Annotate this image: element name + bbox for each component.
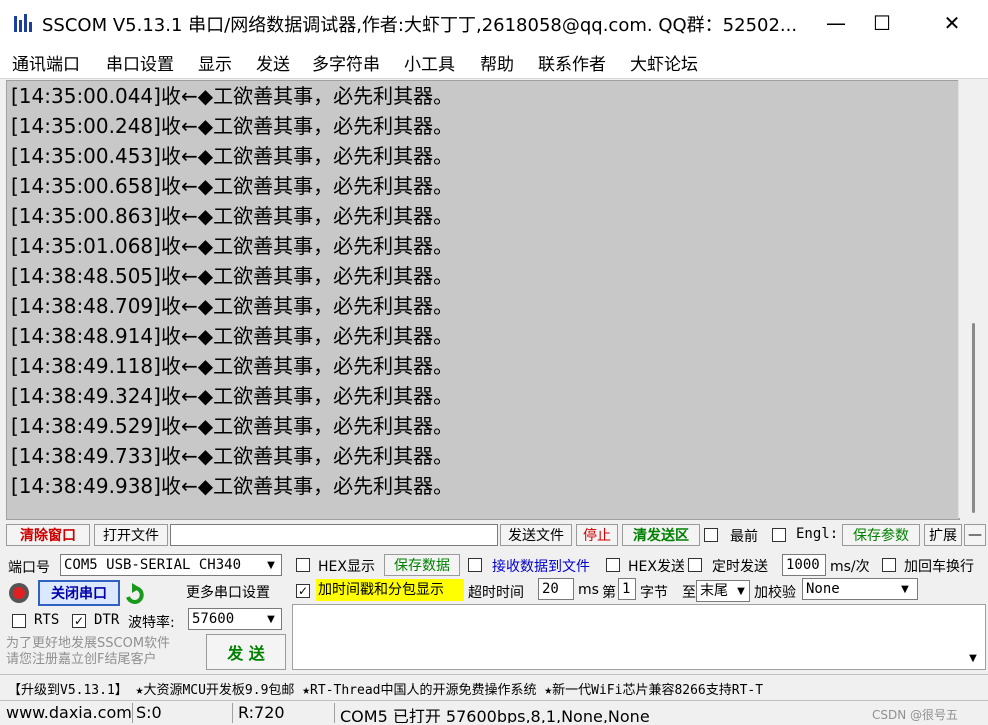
recv-to-file-checkbox[interactable] <box>468 558 482 572</box>
chevron-down-icon[interactable]: ▼ <box>262 555 280 575</box>
chevron-down-icon[interactable]: ▼ <box>262 609 280 629</box>
close-button[interactable]: ✕ <box>922 0 982 46</box>
send-file-button[interactable]: 发送文件 <box>500 524 572 546</box>
timeout-input[interactable]: 20 <box>538 578 574 600</box>
menu-multi-string[interactable]: 多字符串 <box>312 50 380 75</box>
send-button[interactable]: 发 送 <box>206 634 286 670</box>
timestamp-label: 加时间戳和分包显示 <box>316 579 464 601</box>
scrollbar-thumb[interactable] <box>972 323 975 513</box>
recv-to-file-label: 接收数据到文件 <box>492 559 590 575</box>
log-line: [14:38:48.709]收←◆工欲善其事，必先利其器。 <box>11 294 454 318</box>
log-line: [14:38:49.938]收←◆工欲善其事，必先利其器。 <box>11 474 454 498</box>
baud-label: 波特率: <box>128 615 175 631</box>
window-title: SSCOM V5.13.1 串口/网络数据调试器,作者:大虾丁丁,2618058… <box>42 15 798 36</box>
port-label: 端口号 <box>8 560 50 576</box>
to-label: 至 <box>682 585 696 601</box>
rts-checkbox[interactable] <box>12 614 26 628</box>
menu-contact-author[interactable]: 联系作者 <box>538 50 606 75</box>
timed-send-checkbox[interactable] <box>688 558 702 572</box>
add-crlf-label: 加回车换行 <box>904 559 974 575</box>
hex-send-checkbox[interactable] <box>606 558 620 572</box>
timestamp-checkbox[interactable]: ✓ <box>296 584 310 598</box>
ticker-text: 【升级到V5.13.1】 ★大资源MCU开发板9.9包邮 ★RT-Thread中… <box>8 683 764 698</box>
timeout-label: 超时时间 <box>468 585 524 601</box>
receive-log[interactable]: [14:35:00.044]收←◆工欲善其事，必先利其器。 [14:35:00.… <box>6 80 960 520</box>
hex-send-label: HEX发送 <box>628 559 684 575</box>
app-icon <box>14 14 32 32</box>
log-line: [14:38:49.733]收←◆工欲善其事，必先利其器。 <box>11 444 454 468</box>
chevron-down-icon[interactable]: ▼ <box>964 648 982 668</box>
log-line: [14:35:00.248]收←◆工欲善其事，必先利其器。 <box>11 114 454 138</box>
log-line: [14:35:00.044]收←◆工欲善其事，必先利其器。 <box>11 84 454 108</box>
interval-unit: ms/次 <box>830 559 870 575</box>
status-bar: www.daxia.com S:0 R:720 COM5 已打开 57600bp… <box>0 700 988 725</box>
log-line: [14:35:00.453]收←◆工欲善其事，必先利其器。 <box>11 144 454 168</box>
log-line: [14:38:49.324]收←◆工欲善其事，必先利其器。 <box>11 384 454 408</box>
dtr-label: DTR <box>94 612 120 628</box>
menu-forum[interactable]: 大虾论坛 <box>630 50 698 75</box>
menu-serial-settings[interactable]: 串口设置 <box>106 50 174 75</box>
rts-label: RTS <box>34 612 60 628</box>
refresh-icon[interactable] <box>124 583 146 605</box>
timeout-unit: ms <box>578 582 599 598</box>
menu-bar: 通讯端口 串口设置 显示 发送 多字符串 小工具 帮助 联系作者 大虾论坛 <box>0 46 988 79</box>
port-status-icon <box>9 583 29 603</box>
log-line: [14:38:49.529]收←◆工欲善其事，必先利其器。 <box>11 414 454 438</box>
more-settings-link[interactable]: 更多串口设置 <box>186 582 270 602</box>
collapse-button[interactable]: — <box>964 524 986 546</box>
promo-text: 为了更好地发展SSCOM软件 请您注册嘉立创F结尾客户 <box>6 636 171 667</box>
log-scrollbar[interactable] <box>958 80 987 518</box>
log-line: [14:35:00.863]收←◆工欲善其事，必先利其器。 <box>11 204 454 228</box>
interval-input[interactable]: 1000 <box>782 554 826 576</box>
title-bar: SSCOM V5.13.1 串口/网络数据调试器,作者:大虾丁丁,2618058… <box>0 0 988 46</box>
menu-send[interactable]: 发送 <box>256 50 290 75</box>
english-checkbox[interactable] <box>772 528 786 542</box>
latest-checkbox[interactable] <box>704 528 718 542</box>
ad-ticker[interactable]: 【升级到V5.13.1】 ★大资源MCU开发板9.9包邮 ★RT-Thread中… <box>0 674 988 699</box>
clear-window-button[interactable]: 清除窗口 <box>6 524 90 546</box>
hex-display-checkbox[interactable] <box>296 558 310 572</box>
watermark: CSDN @很号五 <box>872 708 959 722</box>
status-received: R:720 <box>234 703 335 723</box>
status-port: COM5 已打开 57600bps,8,1,None,None <box>340 707 650 723</box>
status-sent: S:0 <box>132 703 233 723</box>
send-textarea[interactable] <box>292 604 986 670</box>
maximize-button[interactable]: ☐ <box>852 0 912 46</box>
log-line: [14:38:49.118]收←◆工欲善其事，必先利其器。 <box>11 354 454 378</box>
log-line: [14:38:48.505]收←◆工欲善其事，必先利其器。 <box>11 264 454 288</box>
save-data-button[interactable]: 保存数据 <box>384 554 460 576</box>
menu-display[interactable]: 显示 <box>198 50 232 75</box>
open-file-button[interactable]: 打开文件 <box>94 524 168 546</box>
byte-unit: 字节 <box>640 585 668 601</box>
menu-help[interactable]: 帮助 <box>480 50 514 75</box>
menu-tools[interactable]: 小工具 <box>404 50 455 75</box>
expand-button[interactable]: 扩展 <box>924 524 962 546</box>
file-path-input[interactable] <box>170 524 498 546</box>
menu-comm-port[interactable]: 通讯端口 <box>12 50 80 75</box>
log-line: [14:35:01.068]收←◆工欲善其事，必先利其器。 <box>11 234 454 258</box>
log-line: [14:38:48.914]收←◆工欲善其事，必先利其器。 <box>11 324 454 348</box>
chevron-down-icon[interactable]: ▼ <box>896 579 914 599</box>
chevron-down-icon[interactable]: ▼ <box>732 581 750 601</box>
stop-button[interactable]: 停止 <box>576 524 618 546</box>
add-crlf-checkbox[interactable] <box>882 558 896 572</box>
timed-send-label: 定时发送 <box>712 559 768 575</box>
log-line: [14:35:00.658]收←◆工欲善其事，必先利其器。 <box>11 174 454 198</box>
byte-index-input[interactable]: 1 <box>618 578 636 600</box>
close-port-button[interactable]: 关闭串口 <box>38 580 120 606</box>
port-select[interactable]: COM5 USB-SERIAL CH340 <box>60 554 282 576</box>
save-params-button[interactable]: 保存参数 <box>842 524 920 546</box>
hex-display-label: HEX显示 <box>318 559 375 575</box>
english-label: Engl: <box>796 526 839 542</box>
dtr-checkbox[interactable]: ✓ <box>72 614 86 628</box>
latest-label: 最前 <box>730 529 758 545</box>
checksum-label: 加校验 <box>754 585 796 601</box>
byte-prefix: 第 <box>602 585 616 601</box>
status-url[interactable]: www.daxia.com <box>2 703 133 723</box>
clear-send-button[interactable]: 清发送区 <box>622 524 700 546</box>
